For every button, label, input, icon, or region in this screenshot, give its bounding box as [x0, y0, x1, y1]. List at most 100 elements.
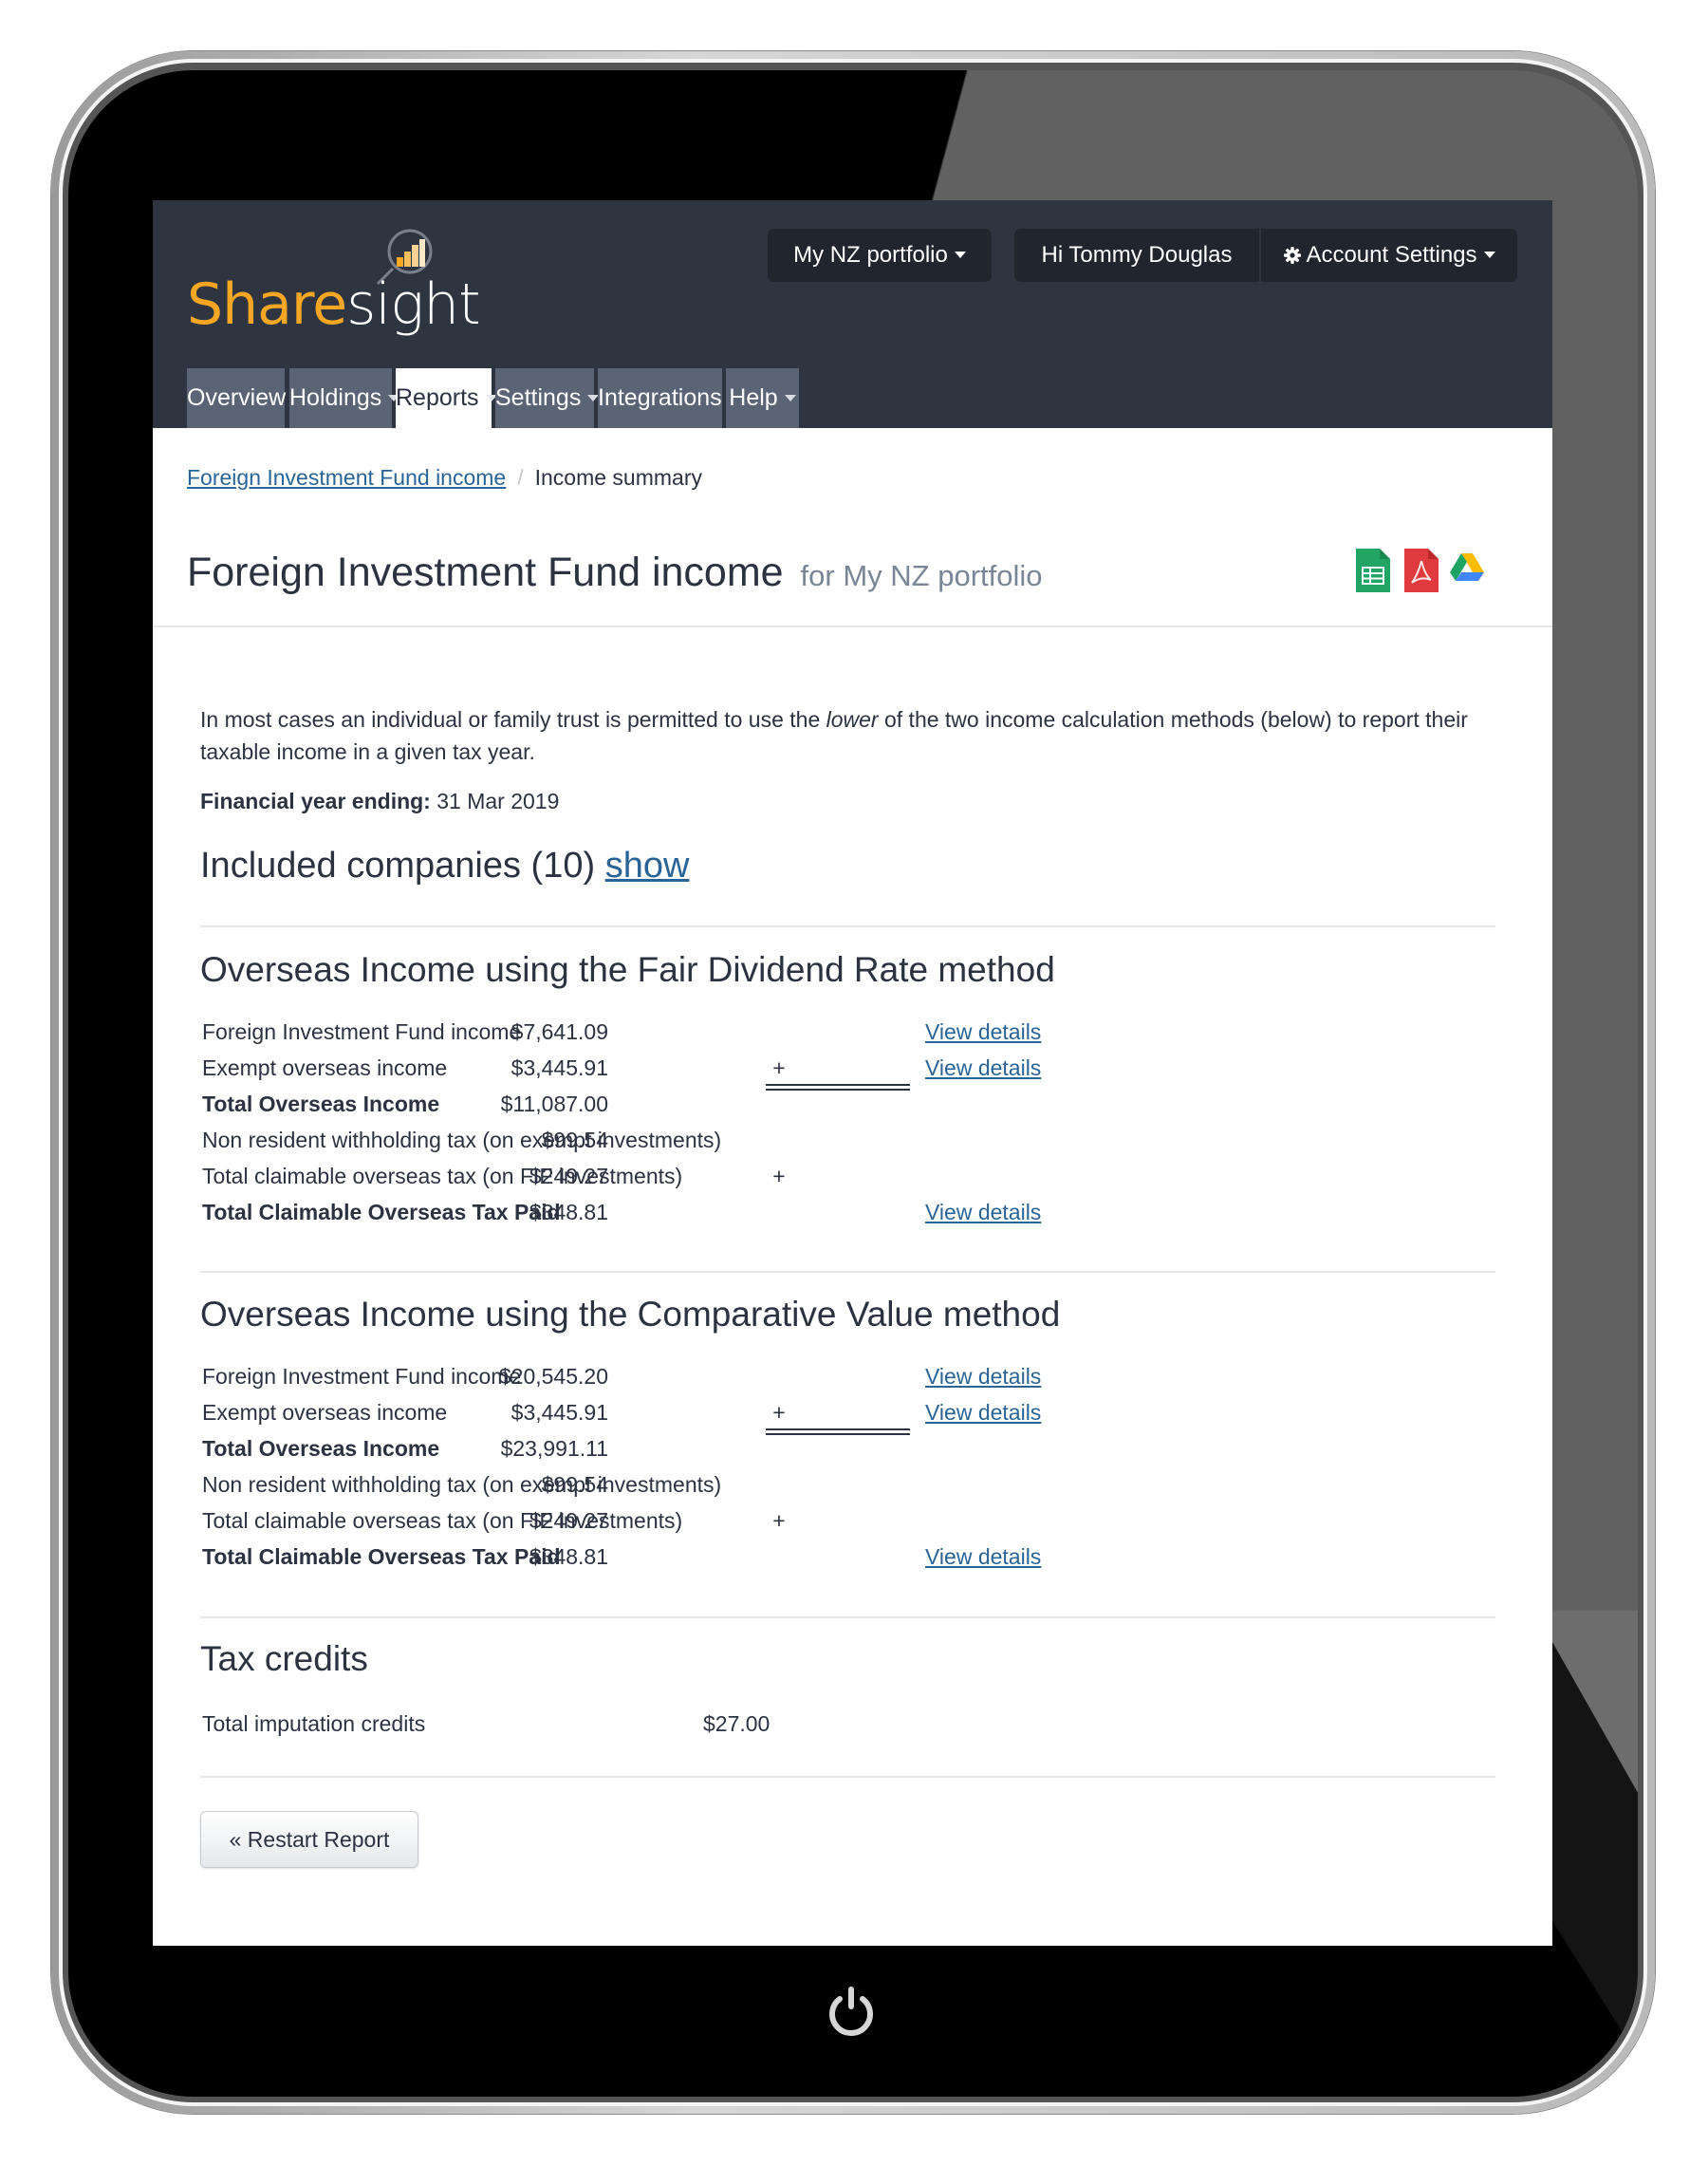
row-label: Total claimable overseas tax (on FIF inv…	[202, 1508, 683, 1533]
row-amount: $7,641.09	[511, 1019, 608, 1044]
row-label: Total Claimable Overseas Tax Paid	[202, 1200, 561, 1224]
nav-tab-reports[interactable]: Reports	[396, 368, 497, 428]
row-amount: $23,991.11	[500, 1436, 608, 1461]
row-amount: $348.81	[529, 1200, 608, 1224]
brand-name: Sharesight	[187, 276, 481, 333]
table-row: Foreign Investment Fund income $20,545.2…	[200, 1358, 1054, 1394]
page-title-text: Foreign Investment Fund income	[187, 550, 784, 595]
row-amount: $3,445.91	[511, 1400, 608, 1425]
row-label: Total Overseas Income	[202, 1436, 440, 1461]
view-details-link[interactable]: View details	[925, 1194, 1041, 1230]
account-settings-label: Account Settings	[1306, 242, 1477, 268]
row-amount: $249.27	[529, 1508, 608, 1533]
row-label: Exempt overseas income	[202, 1400, 448, 1425]
section-divider	[200, 925, 1495, 927]
restart-report-button[interactable]: « Restart Report	[200, 1811, 418, 1868]
financial-year: Financial year ending: 31 Mar 2019	[200, 787, 559, 815]
fdr-section-title: Overseas Income using the Fair Dividend …	[200, 950, 1055, 989]
intro-emphasis: lower	[826, 707, 879, 732]
nav-tab-help[interactable]: Help	[726, 368, 799, 428]
browser-screen: Sharesight My NZ portfolio Hi Tommy Doug…	[153, 200, 1552, 1946]
show-companies-link[interactable]: show	[605, 846, 690, 886]
cv-table: Foreign Investment Fund income $20,545.2…	[200, 1358, 1054, 1575]
section-divider	[200, 1616, 1495, 1618]
nav-tab-label: Overview	[187, 384, 287, 411]
table-row: Total claimable overseas tax (on FIF inv…	[200, 1502, 1054, 1539]
table-row: Total claimable overseas tax (on FIF inv…	[200, 1158, 1054, 1194]
row-label: Non resident withholding tax (on exempt …	[202, 1128, 722, 1152]
table-row: Non resident withholding tax (on exempt …	[200, 1466, 1054, 1502]
row-amount: $11,087.00	[500, 1092, 608, 1116]
nav-tab-label: Holdings	[289, 384, 382, 411]
view-details-link[interactable]: View details	[925, 1050, 1041, 1086]
title-divider	[153, 625, 1552, 627]
account-settings-button[interactable]: Account Settings	[1261, 229, 1517, 282]
row-operator: +	[772, 1400, 786, 1425]
brand-part1: Share	[187, 271, 347, 338]
row-amount: $27.00	[703, 1711, 770, 1736]
intro-paragraph: In most cases an individual or family tr…	[200, 703, 1491, 768]
power-icon[interactable]	[824, 1986, 879, 2041]
table-row: Exempt overseas income + $3,445.91 View …	[200, 1050, 1054, 1086]
sum-double-rule	[766, 1084, 910, 1091]
row-label: Exempt overseas income	[202, 1055, 448, 1080]
user-menu-group: Hi Tommy Douglas Account Settings	[1014, 229, 1517, 282]
table-row-total: Total Overseas Income $23,991.11	[200, 1428, 1054, 1466]
page-subtitle: for My NZ portfolio	[800, 559, 1043, 592]
row-label: Total claimable overseas tax (on FIF inv…	[202, 1164, 683, 1188]
brand-part2: sight	[346, 271, 480, 338]
tax-credits-title: Tax credits	[200, 1639, 368, 1678]
table-row-total: Total Claimable Overseas Tax Paid $348.8…	[200, 1194, 1054, 1230]
pdf-icon[interactable]	[1403, 548, 1439, 593]
row-amount: $99.54	[541, 1128, 608, 1152]
view-details-link[interactable]: View details	[925, 1394, 1041, 1430]
portfolio-selector-label: My NZ portfolio	[793, 242, 948, 268]
google-sheets-icon[interactable]	[1355, 548, 1391, 593]
financial-year-label: Financial year ending:	[200, 789, 431, 813]
table-row-total: Total Overseas Income $11,087.00	[200, 1084, 1054, 1122]
imputation-credits-row: Total imputation credits $27.00	[202, 1711, 770, 1737]
sharesight-logo[interactable]: Sharesight	[187, 227, 481, 341]
page-title: Foreign Investment Fund income for My NZ…	[187, 550, 1043, 596]
section-divider	[200, 1776, 1495, 1778]
nav-tab-label: Help	[729, 384, 778, 411]
table-row-total: Total Claimable Overseas Tax Paid $348.8…	[200, 1539, 1054, 1575]
table-row: Foreign Investment Fund income $7,641.09…	[200, 1014, 1054, 1050]
gear-icon	[1284, 247, 1302, 264]
chevron-down-icon	[784, 394, 796, 401]
chevron-down-icon	[1483, 252, 1495, 259]
row-label: Total Overseas Income	[202, 1092, 440, 1116]
nav-tab-label: Integrations	[598, 384, 722, 411]
row-operator: +	[772, 1055, 786, 1080]
breadcrumb: Foreign Investment Fund income / Income su…	[187, 463, 702, 492]
row-label: Foreign Investment Fund income	[202, 1019, 522, 1044]
intro-text: In most cases an individual or family tr…	[200, 707, 826, 732]
user-greeting[interactable]: Hi Tommy Douglas	[1014, 229, 1259, 282]
row-label: Non resident withholding tax (on exempt …	[202, 1472, 722, 1497]
app-header: Sharesight My NZ portfolio Hi Tommy Doug…	[153, 200, 1552, 428]
row-operator: +	[772, 1164, 786, 1188]
nav-tab-overview[interactable]: Overview	[187, 368, 287, 428]
nav-tab-label: Reports	[396, 384, 479, 411]
nav-tab-settings[interactable]: Settings	[495, 368, 600, 428]
nav-tab-integrations[interactable]: Integrations	[598, 368, 740, 428]
google-drive-icon[interactable]	[1450, 551, 1484, 582]
section-divider	[200, 1271, 1495, 1273]
included-companies-label: Included companies (10)	[200, 846, 596, 886]
portfolio-selector[interactable]: My NZ portfolio	[768, 229, 992, 282]
view-details-link[interactable]: View details	[925, 1539, 1041, 1575]
row-label: Foreign Investment Fund income	[202, 1364, 522, 1389]
nav-tab-holdings[interactable]: Holdings	[289, 368, 400, 428]
breadcrumb-current: Income summary	[534, 465, 702, 490]
row-amount: $3,445.91	[511, 1055, 608, 1080]
view-details-link[interactable]: View details	[925, 1014, 1041, 1050]
breadcrumb-link-fif-income[interactable]: Foreign Investment Fund income	[187, 465, 506, 490]
sum-double-rule	[766, 1428, 910, 1435]
fdr-table: Foreign Investment Fund income $7,641.09…	[200, 1014, 1054, 1230]
nav-tab-label: Settings	[495, 384, 582, 411]
table-row: Non resident withholding tax (on exempt …	[200, 1122, 1054, 1158]
table-row: Exempt overseas income + $3,445.91 View …	[200, 1394, 1054, 1430]
chevron-down-icon	[954, 252, 966, 259]
row-amount: $20,545.20	[498, 1364, 608, 1389]
view-details-link[interactable]: View details	[925, 1358, 1041, 1394]
